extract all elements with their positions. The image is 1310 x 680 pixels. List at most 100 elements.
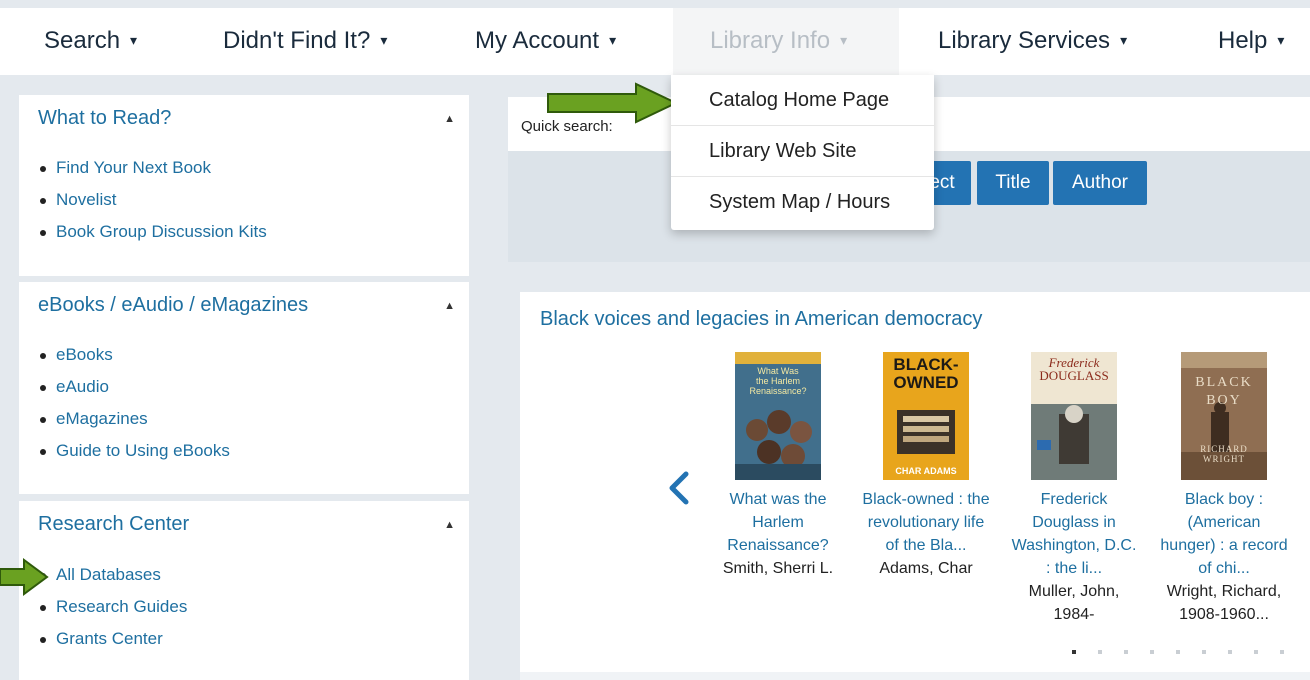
book-title-line: hunger) : a record [1160,537,1288,554]
book-author-line: Wright, Richard, [1166,583,1282,600]
chevron-down-icon: ▾ [1120,32,1128,48]
carousel-dot[interactable] [1228,650,1232,654]
carousel-dot[interactable] [1124,650,1128,654]
cover-line: OWNED [893,373,959,392]
cover-author-text: RICHARD WRIGHT [1181,444,1267,464]
link-list: eBooks eAudio eMagazines Guide to Using … [40,339,230,467]
book-title-line: Black-owned : the [862,491,990,508]
book-author: Muller, John, 1984- [1004,580,1144,626]
author-button[interactable]: Author [1053,161,1147,205]
panel-ebooks: eBooks / eAudio / eMagazines ▲ eBooks eA… [19,282,469,494]
link-guide-ebooks[interactable]: Guide to Using eBooks [40,435,230,467]
book-title-line: Frederick [1040,491,1108,508]
link-research-guides[interactable]: Research Guides [39,591,187,623]
cover-line: WRIGHT [1203,454,1245,464]
cover-text: What Was the Harlem Renaissance? [735,366,821,396]
chevron-left-icon[interactable] [660,468,700,508]
book-author-line: 1908-1960... [1179,606,1269,623]
book-title[interactable]: Frederick Douglass in Washington, D.C. :… [1004,488,1144,580]
carousel-dot[interactable] [1098,650,1102,654]
nav-help[interactable]: Help ▾ [1218,27,1284,55]
book-item: BLACK BOY RICHARD WRIGHT Black boy : (Am… [1154,352,1294,626]
book-cover[interactable]: Frederick DOUGLASS [1031,352,1117,480]
menu-item-system-map-hours[interactable]: System Map / Hours [671,177,934,228]
link-book-group-kits[interactable]: Book Group Discussion Kits [40,216,267,248]
link-find-your-next-book[interactable]: Find Your Next Book [40,152,267,184]
link-ebooks[interactable]: eBooks [40,339,230,371]
book-title[interactable]: What was the Harlem Renaissance? [708,488,848,557]
carousel-title[interactable]: Black voices and legacies in American de… [540,308,982,331]
chevron-down-icon: ▾ [609,32,617,48]
panel-research-center: Research Center ▲ All Databases Research… [19,501,469,680]
book-carousel: Black voices and legacies in American de… [520,292,1310,672]
book-author: Smith, Sherri L. [708,557,848,580]
book-title-line: Renaissance? [727,537,829,554]
arrow-right-icon [547,82,679,124]
nav-library-services[interactable]: Library Services ▾ [938,27,1127,55]
carousel-dot[interactable] [1254,650,1258,654]
cover-line: Renaissance? [749,386,807,396]
link-grants-center[interactable]: Grants Center [39,623,187,655]
cover-line: What Was [757,366,799,376]
nav-didnt-find-it[interactable]: Didn't Find It? ▾ [223,27,387,55]
cover-line: RICHARD [1200,444,1248,454]
cover-text: BLACK- OWNED [883,356,969,392]
link-all-databases[interactable]: All Databases [39,559,187,591]
carousel-dot[interactable] [1072,650,1076,654]
nav-library-info[interactable]: Library Info ▾ [710,27,847,55]
cover-line: BLACK [1195,375,1253,390]
book-author-line: Muller, John, [1028,583,1120,600]
book-author-line: Adams, Char [879,560,973,577]
caret-up-icon[interactable]: ▲ [444,113,455,125]
book-title-line: Washington, D.C. [1011,537,1137,554]
book-author: Wright, Richard, 1908-1960... [1154,580,1294,626]
book-title-line: : the li... [1045,560,1103,577]
panel-title[interactable]: What to Read? [38,107,171,130]
panel-title[interactable]: eBooks / eAudio / eMagazines [38,294,308,317]
book-item: Frederick DOUGLASS Frederick Douglass in… [1004,352,1144,626]
book-item: What Was the Harlem Renaissance? What wa… [708,352,848,580]
library-info-dropdown: Catalog Home Page Library Web Site Syste… [671,75,934,230]
link-eaudio[interactable]: eAudio [40,371,230,403]
book-title[interactable]: Black-owned : the revolutionary life of … [856,488,996,557]
book-author-line: 1984- [1053,606,1095,623]
chevron-down-icon: ▾ [840,32,848,48]
nav-search-label: Search [44,27,121,54]
book-title-line: Harlem [752,514,804,531]
top-navigation: Search ▾ Didn't Find It? ▾ My Account ▾ Lib… [0,8,1310,75]
book-author-line: Smith, Sherri L. [722,560,834,577]
book-title[interactable]: Black boy : (American hunger) : a record… [1154,488,1294,580]
link-emagazines[interactable]: eMagazines [40,403,230,435]
chevron-down-icon: ▾ [380,32,388,48]
menu-item-library-web-site[interactable]: Library Web Site [671,126,934,177]
nav-search[interactable]: Search ▾ [44,27,137,55]
panel-title[interactable]: Research Center [38,513,189,536]
cover-text: BLACK BOY [1181,374,1267,410]
cover-line: DOUGLASS [1039,368,1109,383]
cover-line: the Harlem [755,376,800,386]
nav-library-info-label: Library Info [710,27,831,54]
carousel-dot[interactable] [1202,650,1206,654]
carousel-dot[interactable] [1176,650,1180,654]
book-cover[interactable]: BLACK- OWNED CHAR ADAMS [883,352,969,480]
link-novelist[interactable]: Novelist [40,184,267,216]
cover-author-text: CHAR ADAMS [895,466,957,476]
book-author: Adams, Char [856,557,996,580]
cover-line: BLACK- [893,355,959,374]
book-cover[interactable]: What Was the Harlem Renaissance? [735,352,821,480]
title-button[interactable]: Title [977,161,1049,205]
caret-up-icon[interactable]: ▲ [444,519,455,531]
arrow-right-icon [0,558,49,596]
caret-up-icon[interactable]: ▲ [444,300,455,312]
book-cover[interactable]: BLACK BOY RICHARD WRIGHT [1181,352,1267,480]
book-title-line: of chi... [1198,560,1250,577]
cover-line: BOY [1206,393,1242,408]
carousel-dot[interactable] [1150,650,1154,654]
nav-my-account[interactable]: My Account ▾ [475,27,616,55]
menu-item-catalog-home[interactable]: Catalog Home Page [671,75,934,126]
book-title-line: revolutionary life [867,514,985,531]
link-list: Find Your Next Book Novelist Book Group … [40,152,267,248]
carousel-dot[interactable] [1280,650,1284,654]
chevron-down-icon: ▾ [1277,32,1285,48]
book-title-line: What was the [729,491,827,508]
